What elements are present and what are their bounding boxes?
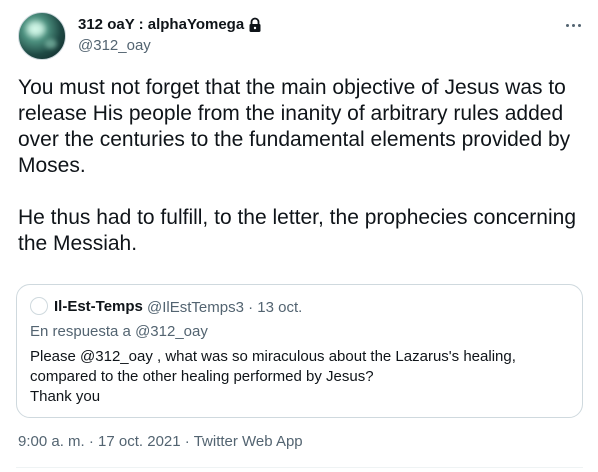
avatar-spot bbox=[45, 39, 57, 49]
quoted-handle[interactable]: @IlEstTemps3 bbox=[147, 299, 244, 316]
tweet-source[interactable]: Twitter Web App bbox=[194, 433, 303, 450]
quoted-text: Please @312_oay , what was so miraculous… bbox=[30, 347, 570, 407]
quoted-separator: · bbox=[248, 299, 254, 316]
tweet: 312 oaY : alphaYomega @312_oay You must … bbox=[0, 0, 598, 472]
divider bbox=[16, 467, 583, 468]
tweet-time[interactable]: 9:00 a. m. bbox=[18, 433, 85, 450]
avatar-highlight bbox=[27, 22, 45, 36]
author-handle[interactable]: @312_oay bbox=[78, 37, 151, 54]
quoted-text-line: compared to the other healing performed … bbox=[30, 368, 374, 385]
author-display-name[interactable]: 312 oaY : alphaYomega bbox=[78, 16, 262, 33]
tweet-footer: 9:00 a. m. · 17 oct. 2021 · Twitter Web … bbox=[18, 433, 303, 450]
footer-separator: · bbox=[184, 433, 190, 450]
quoted-tweet[interactable]: Il-Est-Temps @IlEstTemps3 · 13 oct. En r… bbox=[16, 284, 583, 418]
avatar[interactable] bbox=[18, 12, 66, 60]
tweet-paragraph: He thus had to fulfill, to the letter, t… bbox=[18, 206, 577, 255]
tweet-paragraph: You must not forget that the main object… bbox=[18, 76, 571, 177]
quoted-meta: @IlEstTemps3 · 13 oct. bbox=[147, 299, 302, 316]
tweet-text: You must not forget that the main object… bbox=[18, 75, 583, 257]
more-horizontal-icon bbox=[564, 23, 582, 27]
author-name-text: 312 oaY : alphaYomega bbox=[78, 16, 245, 33]
footer-separator: · bbox=[88, 433, 94, 450]
quoted-display-name[interactable]: Il-Est-Temps bbox=[54, 298, 143, 315]
more-button[interactable] bbox=[562, 14, 584, 36]
quoted-avatar[interactable] bbox=[30, 297, 48, 315]
quoted-text-line: Thank you bbox=[30, 388, 101, 405]
quoted-date[interactable]: 13 oct. bbox=[257, 299, 302, 316]
tweet-date[interactable]: 17 oct. 2021 bbox=[98, 433, 181, 450]
quoted-text-line: Please @312_oay , what was so miraculous… bbox=[30, 348, 516, 365]
quoted-reply-to: En respuesta a @312_oay bbox=[30, 323, 208, 340]
lock-icon bbox=[249, 17, 261, 32]
